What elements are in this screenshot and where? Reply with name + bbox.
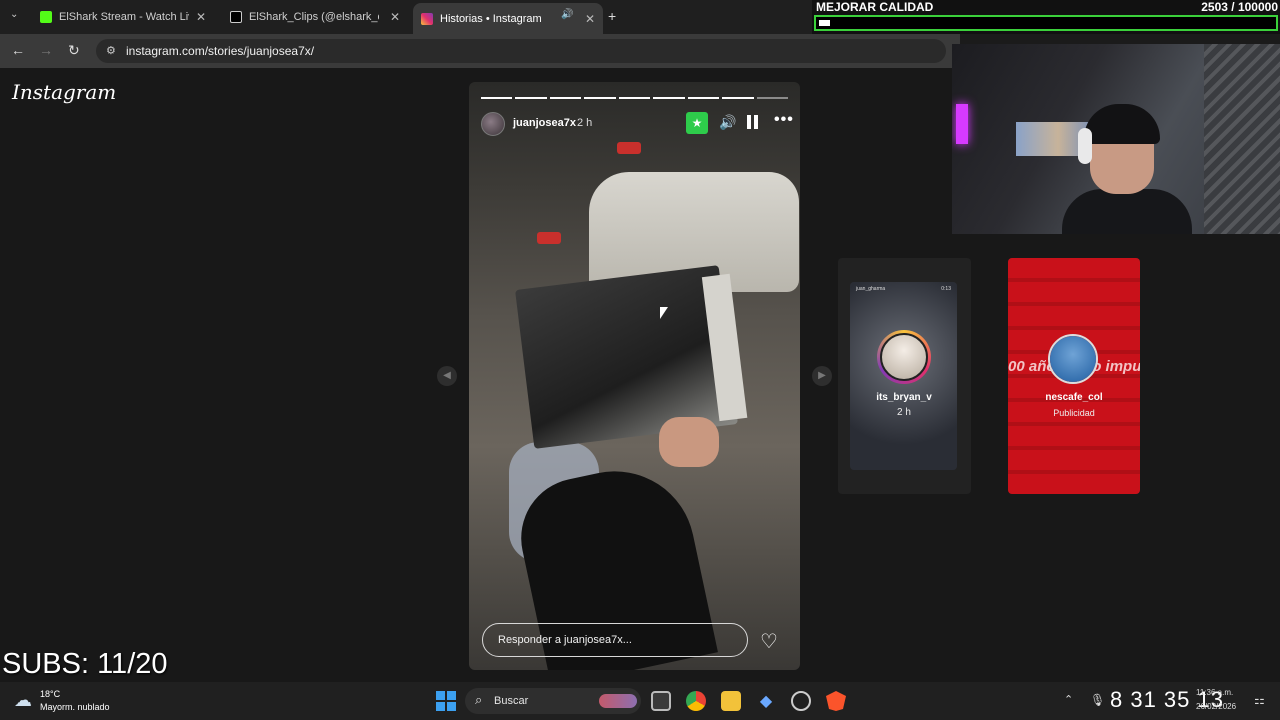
chrome-icon[interactable]: [686, 691, 706, 711]
story-progress-segment: [618, 97, 651, 99]
goal-progress-fill: [819, 20, 831, 26]
webcam-wall: [1204, 44, 1280, 234]
url-text: instagram.com/stories/juanjosea7x/: [126, 44, 315, 58]
url-field[interactable]: ⚙ instagram.com/stories/juanjosea7x/: [96, 39, 946, 63]
pause-icon[interactable]: [747, 115, 759, 129]
reply-input[interactable]: Responder a juanjosea7x...: [482, 623, 748, 657]
new-tab-icon[interactable]: +: [608, 8, 616, 24]
tiktok-icon: [230, 11, 242, 23]
goal-count: 2503 / 100000: [1201, 0, 1278, 14]
webcam-headset: [1078, 128, 1092, 164]
story-progress-segment: [687, 97, 720, 99]
close-tab-icon[interactable]: ✕: [196, 10, 206, 24]
task-view-icon[interactable]: [651, 691, 671, 711]
story-progress-segment: [549, 97, 582, 99]
webcam-streamer-beanie: [1084, 104, 1160, 144]
app-ball-icon[interactable]: [791, 691, 811, 711]
taskbar-time[interactable]: 11:36 a.m.: [1196, 688, 1233, 697]
address-bar: ← → ↻ ⚙ instagram.com/stories/juanjosea7…: [0, 34, 960, 68]
instagram-logo[interactable]: Instagram: [12, 80, 116, 104]
search-highlight-icon: [599, 694, 637, 708]
windows-taskbar: ☁ 18°C Mayorm. nublado ⌕ Buscar ◆ ⌃ 🎙 8 …: [0, 682, 1280, 720]
close-tab-icon[interactable]: ✕: [585, 12, 595, 26]
search-label: Buscar: [494, 695, 529, 707]
tab-title: Historias • Instagram: [440, 12, 542, 25]
webcam-streamer-body: [1062, 189, 1192, 234]
next-story-card[interactable]: juan_gharma 0:13 its_bryan_v 2 h: [838, 258, 971, 494]
sponsored-label: Publicidad: [1053, 408, 1095, 418]
taskbar-search[interactable]: ⌕ Buscar: [465, 688, 641, 714]
story-progress-segment: [481, 97, 513, 99]
more-options-icon[interactable]: •••: [774, 111, 794, 129]
story-progress-segment: [584, 97, 616, 99]
story-time: 2 h: [577, 117, 593, 129]
back-icon[interactable]: ←: [11, 42, 25, 58]
file-explorer-icon[interactable]: [721, 691, 741, 711]
story-viewer[interactable]: juanjosea7x 2 h ★ 🔊 ••• Responder a juan…: [469, 82, 800, 670]
story-username: nescafe_col: [1045, 392, 1103, 403]
previous-story-icon[interactable]: ◀: [437, 366, 457, 386]
instagram-icon: [421, 12, 433, 25]
heart-icon[interactable]: ♡: [760, 629, 778, 654]
tab-title: ElShark_Clips (@elshark_clips): [249, 11, 379, 23]
mouse-cursor: [660, 307, 668, 319]
taskbar-date[interactable]: 26/02/2026: [1196, 702, 1236, 711]
story-username: its_bryan_v: [876, 392, 932, 403]
story-image-hand: [659, 417, 719, 467]
thumbnail-username: juan_gharma: [856, 286, 886, 292]
brave-icon[interactable]: [826, 691, 846, 711]
avatar: [1048, 334, 1098, 384]
story-image-taillight: [617, 142, 641, 154]
story-progress-bar: [481, 97, 788, 99]
story-progress-segment: [756, 97, 788, 99]
reply-placeholder: Responder a juanjosea7x...: [498, 634, 632, 646]
tab-list-chevron-icon[interactable]: ⌄: [10, 9, 18, 20]
story-username[interactable]: juanjosea7x: [513, 117, 576, 129]
thumbnail-time: 0:13: [941, 286, 951, 292]
tray-expand-icon[interactable]: ⌃: [1064, 693, 1073, 706]
tab-elshark-clips[interactable]: ElShark_Clips (@elshark_clips) ✕: [222, 5, 408, 29]
story-progress-segment: [722, 97, 754, 99]
next-story-icon[interactable]: ▶: [812, 366, 832, 386]
windows-start-icon[interactable]: [436, 691, 456, 711]
weather-temp[interactable]: 18°C: [40, 689, 60, 699]
story-time: 2 h: [897, 407, 911, 418]
app-diamond-icon[interactable]: ◆: [756, 691, 776, 711]
subs-counter: SUBS: 11/20: [2, 648, 168, 680]
close-tab-icon[interactable]: ✕: [390, 10, 400, 24]
volume-icon[interactable]: 🔊: [719, 114, 736, 131]
stream-goal-overlay: MEJORAR CALIDAD 2503 / 100000: [812, 0, 1280, 34]
goal-label: MEJORAR CALIDAD: [816, 0, 934, 14]
search-icon: ⌕: [475, 692, 483, 707]
close-friends-star-icon: ★: [686, 112, 708, 134]
microphone-icon[interactable]: 🎙: [1090, 693, 1105, 707]
avatar[interactable]: [481, 112, 505, 136]
sponsored-story-card[interactable]: 00 años puro impulso. nescafe_col Public…: [1008, 258, 1140, 494]
story-image-taillight: [537, 232, 561, 244]
avatar: [877, 330, 931, 384]
tab-title: ElShark Stream - Watch Live on: [59, 11, 189, 23]
story-progress-segment: [653, 97, 685, 99]
webcam-rgb-light: [956, 104, 968, 144]
forward-icon[interactable]: →: [39, 42, 53, 58]
reload-icon[interactable]: ↻: [68, 42, 80, 59]
tab-instagram-stories[interactable]: Historias • Instagram 🔊 ✕: [413, 3, 603, 34]
story-progress-segment: [515, 97, 547, 99]
cloud-icon[interactable]: ☁: [14, 690, 32, 711]
weather-desc[interactable]: Mayorm. nublado: [40, 702, 110, 712]
kick-icon: [40, 11, 52, 23]
notifications-icon[interactable]: ⚏: [1254, 693, 1265, 707]
tab-elshark-stream[interactable]: ElShark Stream - Watch Live on ✕: [32, 5, 214, 29]
site-info-icon[interactable]: ⚙: [106, 44, 116, 57]
story-header: juanjosea7x 2 h ★ 🔊 •••: [481, 111, 793, 136]
webcam-overlay: [952, 44, 1280, 234]
goal-progress-bar: [814, 15, 1278, 31]
speaker-icon[interactable]: 🔊: [561, 9, 573, 20]
